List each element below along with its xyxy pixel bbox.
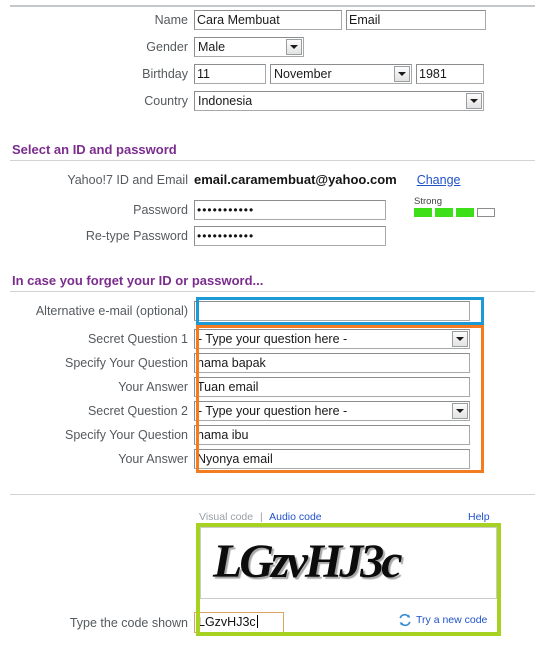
strength-bar-1 <box>414 208 432 217</box>
try-new-code-button[interactable]: Try a new code <box>398 613 487 627</box>
chevron-down-icon[interactable] <box>452 403 468 419</box>
section-divider-select-id <box>10 160 535 161</box>
secret-question-2-value: - Type your question here - <box>198 404 348 418</box>
birthday-year-input[interactable]: 1981 <box>416 64 484 84</box>
alt-email-row: Alternative e-mail (optional) <box>0 301 470 321</box>
try-new-code-label: Try a new code <box>416 614 488 626</box>
captcha-image: LGzvHJ3c <box>200 527 497 599</box>
secret-question-2-row: Secret Question 2 - Type your question h… <box>0 401 470 421</box>
gender-value: Male <box>198 40 226 54</box>
answer-1-row: Your Answer Tuan email <box>0 377 470 397</box>
password-strength-bars <box>414 208 495 217</box>
password-strength-label: Strong <box>414 196 442 207</box>
gender-row: Gender Male <box>0 37 304 57</box>
chevron-down-icon[interactable] <box>394 66 410 82</box>
retype-password-input[interactable]: ••••••••••• <box>194 226 386 246</box>
country-label: Country <box>144 94 188 108</box>
gender-label: Gender <box>146 40 188 54</box>
specify-question-1-row: Specify Your Question nama bapak <box>0 353 470 373</box>
refresh-icon <box>399 613 411 627</box>
birthday-label: Birthday <box>142 67 188 81</box>
retype-password-row: Re-type Password ••••••••••• <box>0 226 386 246</box>
captcha-code-value: LGzvHJ3c <box>198 615 256 629</box>
chevron-down-icon[interactable] <box>466 93 482 109</box>
secret-question-1-label: Secret Question 1 <box>87 332 188 346</box>
answer-1-label: Your Answer <box>118 380 188 394</box>
yahoo-id-value: email.caramembuat@yahoo.com <box>194 172 397 187</box>
section-title-select-id: Select an ID and password <box>12 142 177 157</box>
captcha-image-text: LGzvHJ3c <box>213 535 403 588</box>
section-divider-forgot <box>10 291 535 292</box>
text-caret <box>256 615 258 628</box>
specify-question-1-input[interactable]: nama bapak <box>194 353 470 373</box>
signup-form-page: Name Cara Membuat Email Gender Male Birt… <box>0 0 545 660</box>
alt-email-input[interactable] <box>194 301 470 321</box>
strength-bar-2 <box>435 208 453 217</box>
birthday-day-input[interactable]: 11 <box>194 64 266 84</box>
link-separator: | <box>260 511 263 523</box>
password-strength-meter: Strong <box>414 196 495 217</box>
audio-code-link[interactable]: Audio code <box>269 511 322 523</box>
gender-select[interactable]: Male <box>194 37 304 57</box>
password-input[interactable]: ••••••••••• <box>194 200 386 220</box>
strength-bar-3 <box>456 208 474 217</box>
answer-1-input[interactable]: Tuan email <box>194 377 470 397</box>
secret-question-1-select[interactable]: - Type your question here - <box>194 329 470 349</box>
name-label: Name <box>154 13 188 27</box>
answer-2-row: Your Answer Nyonya email <box>0 449 470 469</box>
section-title-forgot: In case you forget your ID or password..… <box>12 273 264 288</box>
answer-2-input[interactable]: Nyonya email <box>194 449 470 469</box>
secret-question-1-value: - Type your question here - <box>198 332 348 346</box>
chevron-down-icon[interactable] <box>286 39 302 55</box>
specify-question-2-input[interactable]: nama ibu <box>194 425 470 445</box>
password-label: Password <box>133 203 188 217</box>
last-name-input[interactable]: Email <box>346 10 486 30</box>
name-row: Name Cara Membuat Email <box>0 10 486 30</box>
specify-question-2-row: Specify Your Question nama ibu <box>0 425 470 445</box>
specify-question-2-label: Specify Your Question <box>65 428 188 442</box>
retype-password-label: Re-type Password <box>85 229 188 243</box>
alt-email-label: Alternative e-mail (optional) <box>35 304 188 318</box>
birthday-month-value: November <box>274 67 332 81</box>
answer-2-label: Your Answer <box>118 452 188 466</box>
top-divider <box>10 5 535 7</box>
specify-question-1-label: Specify Your Question <box>65 356 188 370</box>
secret-question-2-select[interactable]: - Type your question here - <box>194 401 470 421</box>
country-value: Indonesia <box>198 94 253 108</box>
captcha-code-input[interactable]: LGzvHJ3c <box>194 612 284 633</box>
strength-bar-4 <box>477 208 495 217</box>
country-select[interactable]: Indonesia <box>194 91 484 111</box>
captcha-divider <box>10 494 535 495</box>
birthday-row: Birthday 11 November 1981 <box>0 64 484 84</box>
chevron-down-icon[interactable] <box>452 331 468 347</box>
change-id-link[interactable]: Change <box>417 173 461 187</box>
first-name-input[interactable]: Cara Membuat <box>194 10 342 30</box>
secret-question-2-label: Secret Question 2 <box>87 404 188 418</box>
yahoo-id-row: Yahoo!7 ID and Email email.caramembuat@y… <box>0 172 461 187</box>
yahoo-id-label: Yahoo!7 ID and Email <box>67 172 188 187</box>
type-code-row: Type the code shown LGzvHJ3c <box>0 612 284 633</box>
visual-code-link[interactable]: Visual code <box>199 511 253 523</box>
type-code-label: Type the code shown <box>69 615 188 630</box>
captcha-mode-links: Visual code | Audio code <box>199 511 322 523</box>
secret-question-1-row: Secret Question 1 - Type your question h… <box>0 329 470 349</box>
country-row: Country Indonesia <box>0 91 484 111</box>
password-row: Password ••••••••••• <box>0 200 386 220</box>
birthday-month-select[interactable]: November <box>270 64 412 84</box>
captcha-help-link[interactable]: Help <box>468 511 490 523</box>
